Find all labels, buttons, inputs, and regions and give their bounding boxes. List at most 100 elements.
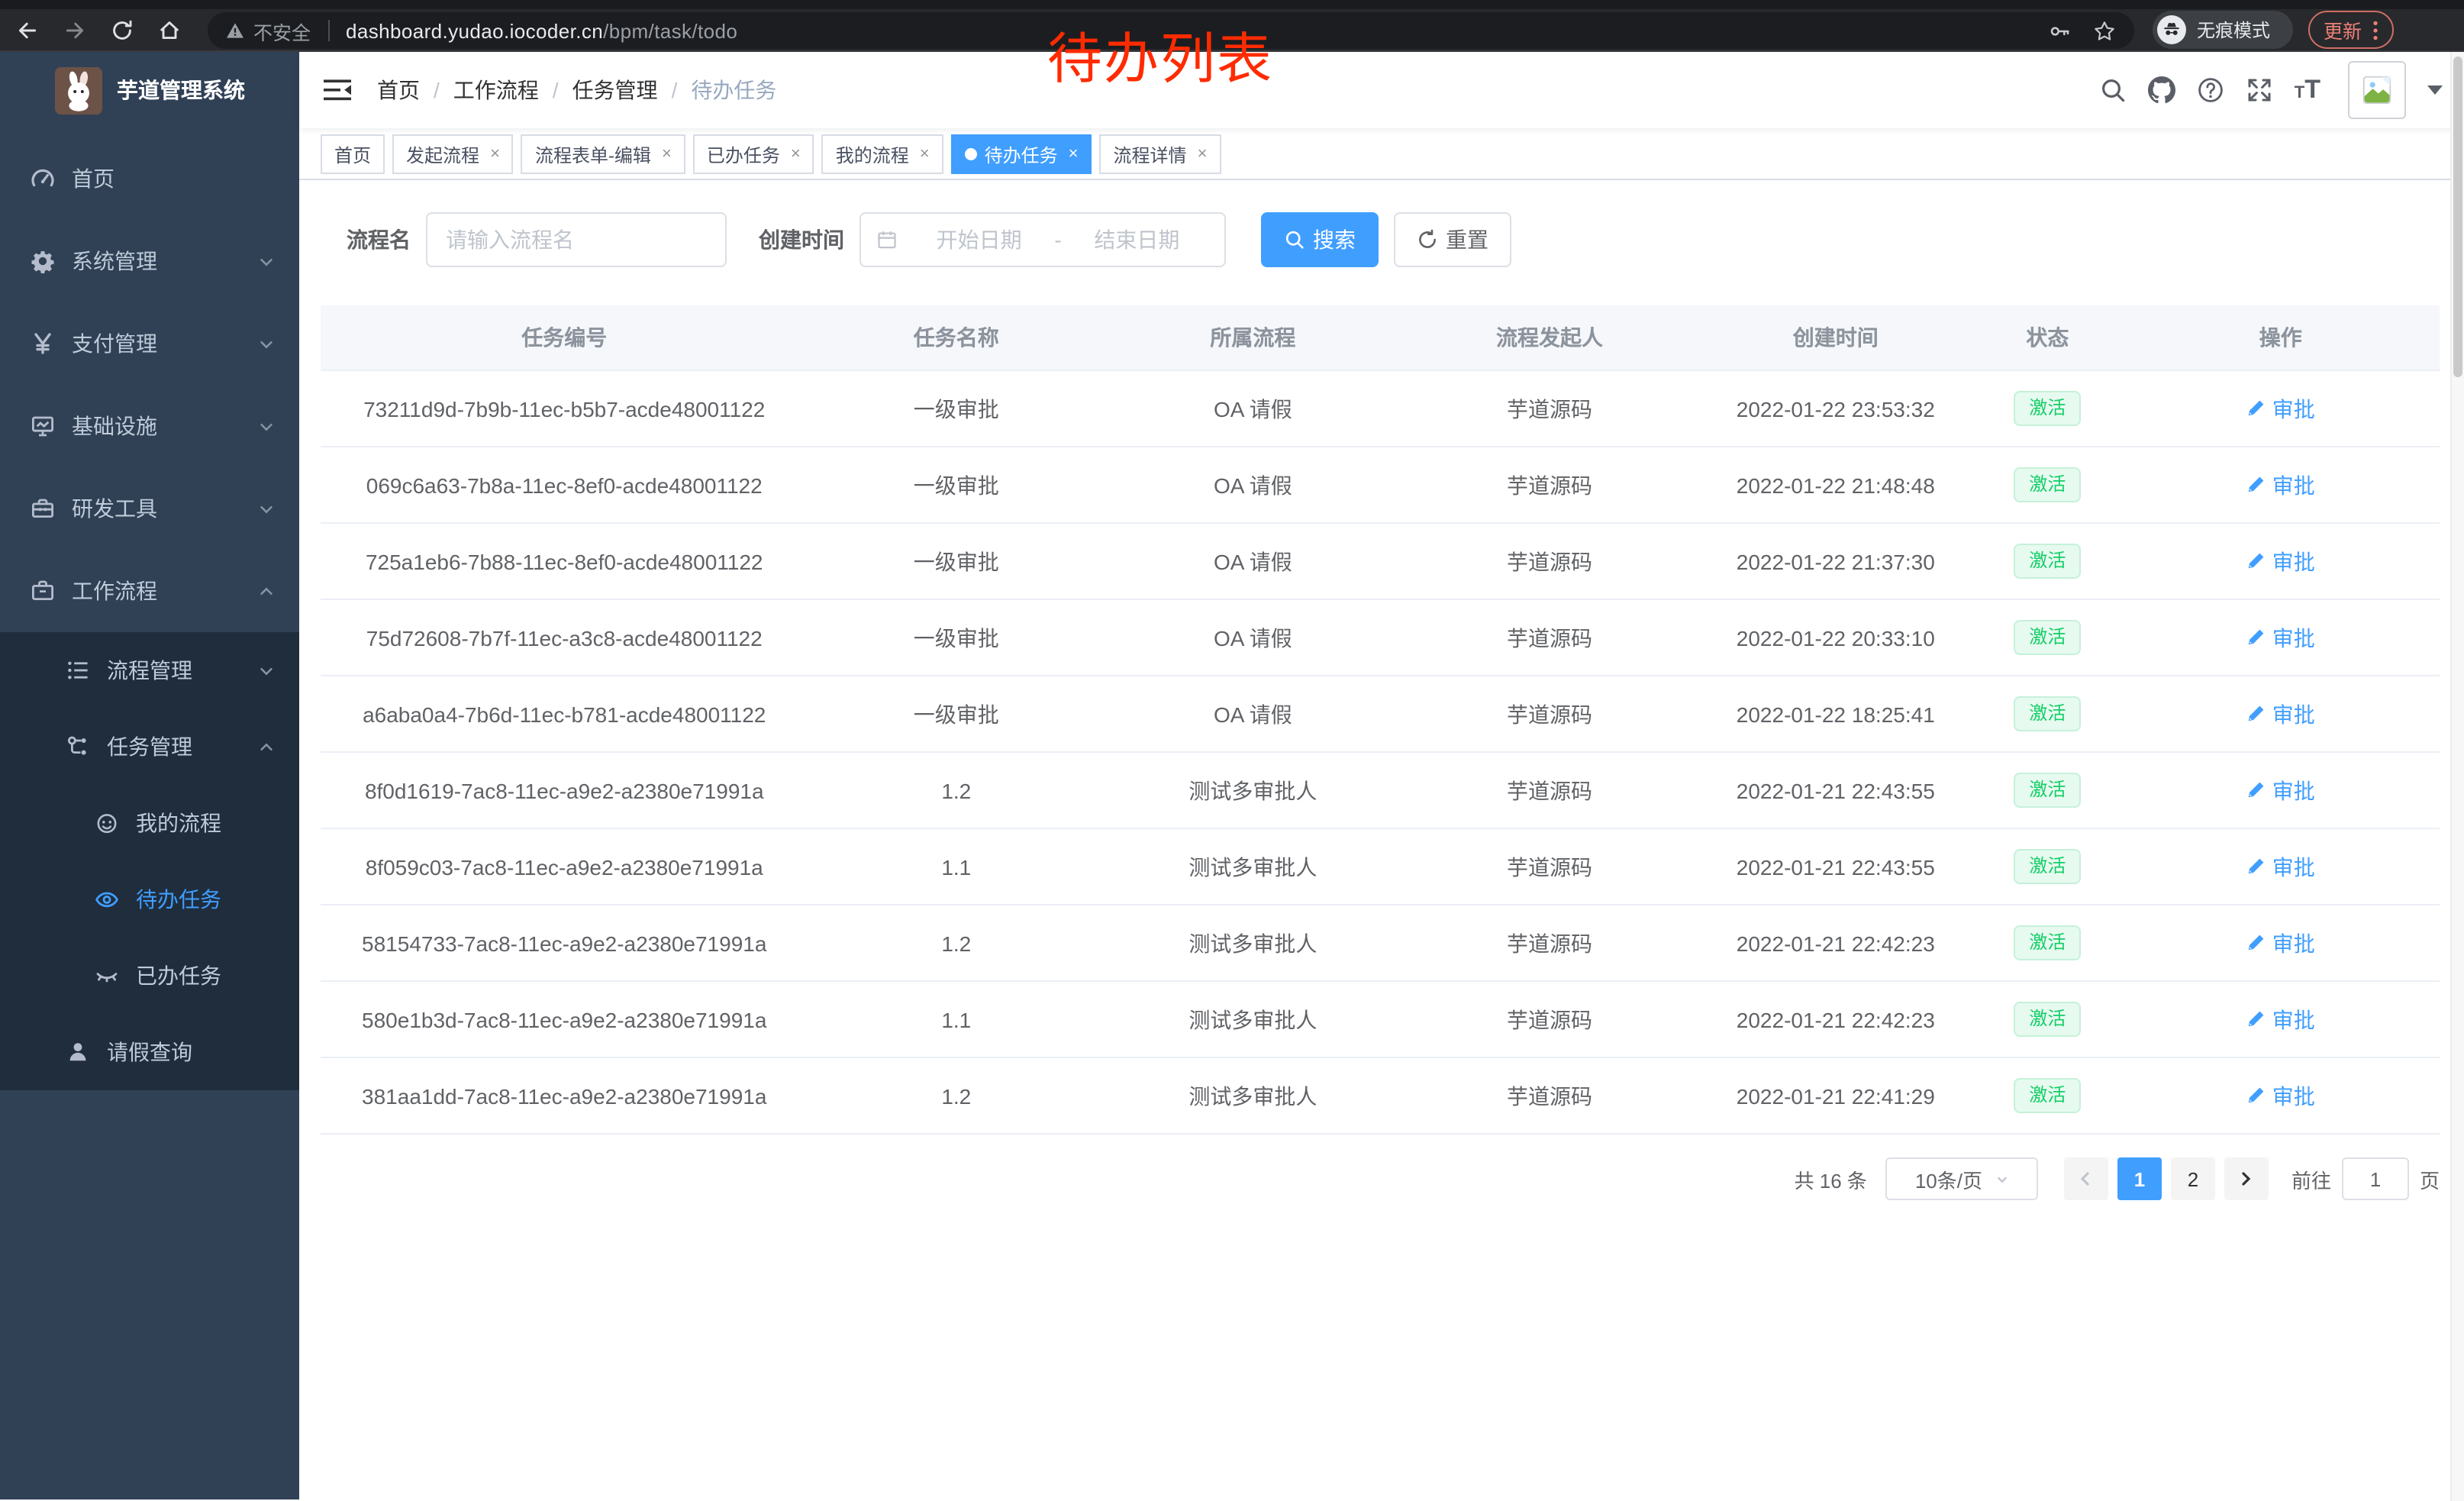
breadcrumb-item[interactable]: 工作流程 xyxy=(453,75,539,105)
browser-update-button[interactable]: 更新 xyxy=(2308,11,2394,49)
tab-流程表单-编辑[interactable]: 流程表单-编辑 × xyxy=(521,134,685,174)
bookmark-star-icon[interactable] xyxy=(2093,19,2116,42)
sidebar-item-todo-task[interactable]: 待办任务 xyxy=(0,861,299,938)
sidebar-item-infrastructure[interactable]: 基础设施 xyxy=(0,385,299,467)
cell-task-id: a6aba0a4-7b6d-11ec-b781-acde48001122 xyxy=(321,676,808,752)
chevron-down-icon[interactable] xyxy=(2427,86,2443,95)
sidebar-item-home[interactable]: 首页 xyxy=(0,137,299,220)
sidebar-item-done-task[interactable]: 已办任务 xyxy=(0,938,299,1014)
tab-流程详情[interactable]: 流程详情× xyxy=(1100,134,1221,174)
tasks-table: 任务编号任务名称所属流程流程发起人创建时间状态操作 73211d9d-7b9b-… xyxy=(321,305,2440,1135)
prev-page-button[interactable] xyxy=(2064,1157,2108,1200)
tab-label: 流程表单-编辑 xyxy=(535,141,651,167)
status-badge: 激活 xyxy=(2014,543,2081,579)
fullscreen-icon[interactable] xyxy=(2246,76,2273,104)
status-badge: 激活 xyxy=(2014,925,2081,960)
tab-已办任务[interactable]: 已办任务× xyxy=(693,134,814,174)
sidebar-item-my-process[interactable]: 我的流程 xyxy=(0,785,299,861)
table-header-row: 任务编号任务名称所属流程流程发起人创建时间状态操作 xyxy=(321,305,2440,370)
sidebar-item-leave-query[interactable]: 请假查询 xyxy=(0,1014,299,1090)
close-icon[interactable]: × xyxy=(1069,146,1079,163)
url-text[interactable]: dashboard.yudao.iocoder.cn/bpm/task/todo xyxy=(346,19,737,42)
approve-link[interactable]: 审批 xyxy=(2246,622,2315,653)
approve-link[interactable]: 审批 xyxy=(2246,1004,2315,1035)
close-icon[interactable]: × xyxy=(920,146,930,163)
close-icon[interactable]: × xyxy=(791,146,801,163)
breadcrumb-item[interactable]: 任务管理 xyxy=(572,75,658,105)
tab-待办任务[interactable]: 待办任务× xyxy=(951,134,1092,174)
search-icon[interactable] xyxy=(2099,76,2127,104)
sidebar-item-payment[interactable]: 支付管理 xyxy=(0,302,299,385)
navbar: 首页/工作流程/任务管理/待办任务 TT xyxy=(299,52,2464,128)
close-icon[interactable]: × xyxy=(490,146,500,163)
approve-link[interactable]: 审批 xyxy=(2246,393,2315,424)
sidebar-item-process-mgmt[interactable]: 流程管理 xyxy=(0,632,299,709)
tab-我的流程[interactable]: 我的流程× xyxy=(822,134,943,174)
calendar-icon xyxy=(876,229,898,250)
cell-create-time: 2022-01-22 20:33:10 xyxy=(1698,599,1973,676)
breadcrumb-item[interactable]: 首页 xyxy=(377,75,420,105)
tab-首页[interactable]: 首页 xyxy=(321,134,385,174)
font-size-icon[interactable]: TT xyxy=(2295,75,2320,105)
cell-task-name: 1.2 xyxy=(808,1057,1105,1134)
search-button[interactable]: 搜索 xyxy=(1261,212,1379,267)
process-name-input[interactable]: 请输入流程名 xyxy=(426,212,727,267)
scrollbar[interactable] xyxy=(2450,52,2464,1501)
cell-process: 测试多审批人 xyxy=(1105,828,1401,905)
table-row: 580e1b3d-7ac8-11ec-a9e2-a2380e71991a1.1测… xyxy=(321,981,2440,1057)
home-icon[interactable] xyxy=(157,18,182,43)
security-label[interactable]: 不安全 xyxy=(253,16,311,45)
browser-menu-icon[interactable] xyxy=(2372,19,2379,40)
approve-link[interactable]: 审批 xyxy=(2246,928,2315,958)
process-name-label: 流程名 xyxy=(347,224,411,255)
briefcase-icon xyxy=(31,579,55,603)
scrollbar-thumb[interactable] xyxy=(2453,56,2462,377)
approve-link[interactable]: 审批 xyxy=(2246,546,2315,576)
tab-发起流程[interactable]: 发起流程 × xyxy=(392,134,514,174)
sidebar-item-devtools[interactable]: 研发工具 xyxy=(0,467,299,550)
status-badge: 激活 xyxy=(2014,390,2081,426)
cell-process: OA 请假 xyxy=(1105,447,1401,523)
sidebar-item-workflow[interactable]: 工作流程 xyxy=(0,550,299,632)
tags-bar: 首页发起流程×流程表单-编辑×已办任务×我的流程×待办任务×流程详情× xyxy=(299,128,2464,180)
column-header: 任务编号 xyxy=(321,305,808,370)
sidebar-fold-icon[interactable] xyxy=(322,76,353,104)
approve-link[interactable]: 审批 xyxy=(2246,851,2315,882)
help-icon[interactable] xyxy=(2197,76,2224,104)
page-number-2[interactable]: 2 xyxy=(2171,1157,2215,1200)
approve-link[interactable]: 审批 xyxy=(2246,470,2315,500)
table-row: 8f0d1619-7ac8-11ec-a9e2-a2380e71991a1.2测… xyxy=(321,752,2440,828)
back-icon[interactable] xyxy=(15,18,40,43)
sidebar-item-task-mgmt[interactable]: 任务管理 xyxy=(0,709,299,785)
goto-page-input[interactable]: 1 xyxy=(2342,1157,2409,1200)
approve-link[interactable]: 审批 xyxy=(2246,699,2315,729)
cell-task-name: 1.1 xyxy=(808,981,1105,1057)
approve-link[interactable]: 审批 xyxy=(2246,775,2315,805)
status-badge: 激活 xyxy=(2014,1077,2081,1113)
page-size-select[interactable]: 10条/页 xyxy=(1885,1157,2038,1200)
tab-label: 首页 xyxy=(334,141,371,167)
table-row: a6aba0a4-7b6d-11ec-b781-acde48001122一级审批… xyxy=(321,676,2440,752)
edit-icon xyxy=(2246,857,2266,876)
chevron-down-icon xyxy=(258,335,275,352)
close-icon[interactable]: × xyxy=(662,146,672,163)
avatar[interactable] xyxy=(2348,61,2406,119)
edit-icon xyxy=(2246,399,2266,418)
next-page-button[interactable] xyxy=(2224,1157,2269,1200)
github-icon[interactable] xyxy=(2148,76,2175,104)
close-icon[interactable]: × xyxy=(1198,146,1208,163)
tab-label: 发起流程 xyxy=(406,141,479,167)
reset-button[interactable]: 重置 xyxy=(1394,212,1511,267)
column-header: 状态 xyxy=(1973,305,2121,370)
sidebar-item-system[interactable]: 系统管理 xyxy=(0,220,299,302)
edit-icon xyxy=(2246,475,2266,495)
divider xyxy=(327,20,329,41)
search-icon xyxy=(1284,229,1305,250)
approve-link[interactable]: 审批 xyxy=(2246,1080,2315,1111)
reload-icon[interactable] xyxy=(110,18,134,43)
page-number-1[interactable]: 1 xyxy=(2117,1157,2162,1200)
forward-icon[interactable] xyxy=(63,18,87,43)
key-icon[interactable] xyxy=(2049,19,2072,42)
incognito-label: 无痕模式 xyxy=(2197,17,2270,43)
date-range-input[interactable]: 开始日期 - 结束日期 xyxy=(859,212,1226,267)
